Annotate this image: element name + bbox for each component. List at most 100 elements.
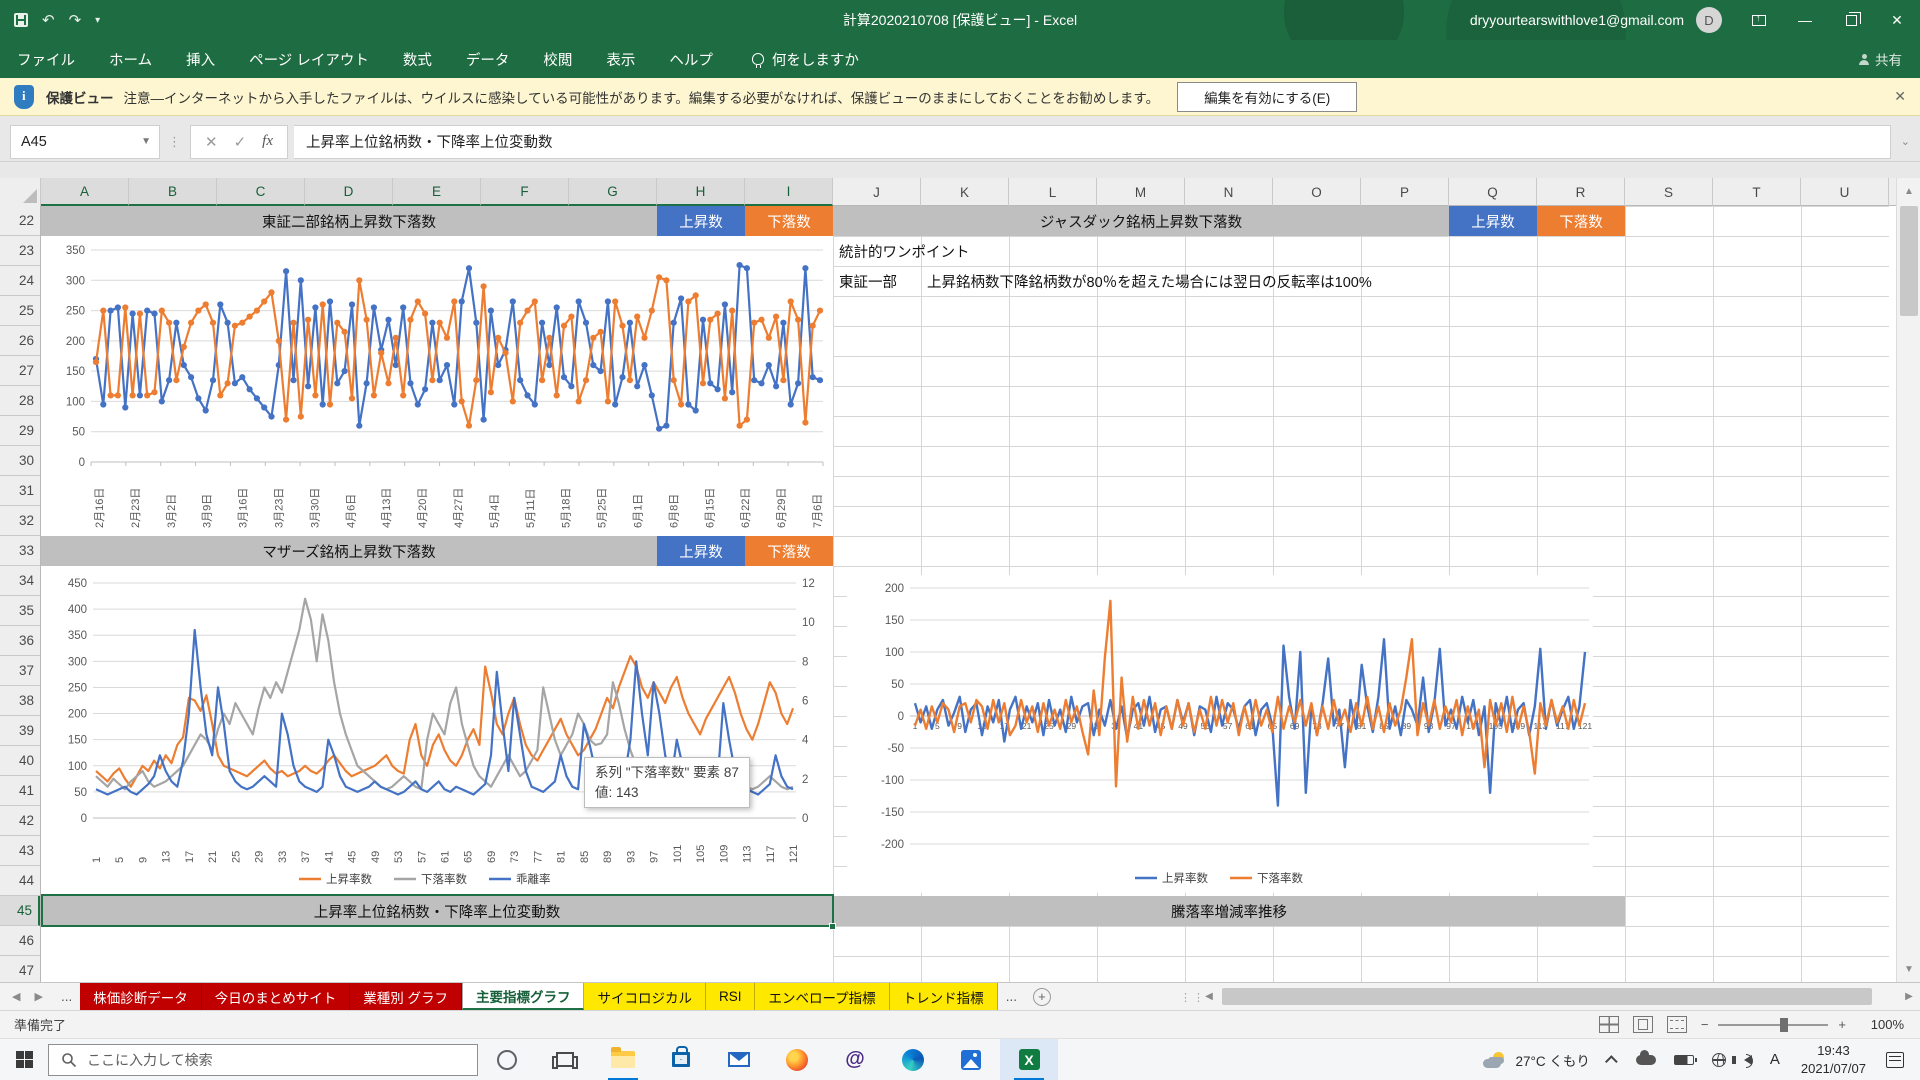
onedrive-tray-icon[interactable] <box>1627 1039 1665 1080</box>
jasdaq-up-cell[interactable]: 上昇数 <box>1449 206 1537 236</box>
column-header-T[interactable]: T <box>1713 178 1801 206</box>
tab-formulas[interactable]: 数式 <box>386 40 449 78</box>
sheet-more-right[interactable]: ... <box>998 983 1025 1010</box>
horizontal-scrollbar[interactable]: ⋮⋮ ◀ ▶ <box>1176 982 1920 1010</box>
sheet-tab-今日のまとめサイト[interactable]: 今日のまとめサイト <box>202 983 351 1010</box>
tab-home[interactable]: ホーム <box>92 40 169 78</box>
tosho2-up-cell[interactable]: 上昇数 <box>657 206 745 236</box>
firefox-button[interactable] <box>768 1039 826 1080</box>
sheet-tab-業種別 グラフ[interactable]: 業種別 グラフ <box>350 983 462 1010</box>
row-header-31[interactable]: 31 <box>0 476 40 506</box>
sheet-tab-トレンド指標[interactable]: トレンド指標 <box>890 983 998 1010</box>
horizontal-scroll-thumb[interactable] <box>1222 988 1872 1005</box>
column-header-R[interactable]: R <box>1537 178 1625 206</box>
row45-left-cell[interactable]: 上昇率上位銘柄数・下降率上位変動数 <box>41 896 833 926</box>
column-header-P[interactable]: P <box>1361 178 1449 206</box>
column-header-M[interactable]: M <box>1097 178 1185 206</box>
column-header-U[interactable]: U <box>1801 178 1889 206</box>
email-app-button[interactable]: @ <box>826 1039 884 1080</box>
undo-icon[interactable]: ↶ <box>42 11 55 29</box>
clock[interactable]: 19:43 2021/07/07 <box>1789 1042 1878 1077</box>
show-hidden-icons-button[interactable] <box>1600 1039 1627 1080</box>
row-header-25[interactable]: 25 <box>0 296 40 326</box>
cortana-button[interactable] <box>478 1039 536 1080</box>
grid-area[interactable]: 東証二部銘柄上昇数下落数 上昇数 下落数 ジャスダック銘柄上昇数下落数 上昇数 … <box>41 206 1889 982</box>
formula-bar-splitter[interactable]: ⋮ <box>160 134 190 150</box>
row45-right-cell[interactable]: 騰落率増減率推移 <box>833 896 1625 926</box>
row-header-22[interactable]: 22 <box>0 206 40 236</box>
cell-k24[interactable]: 上昇銘柄数下降銘柄数が80％を超えた場合には翌日の反転率は100% <box>922 266 1372 296</box>
redo-icon[interactable]: ↷ <box>69 11 82 29</box>
tell-me-box[interactable]: 何をしますか <box>752 49 859 70</box>
photos-button[interactable] <box>942 1039 1000 1080</box>
edge-button[interactable] <box>884 1039 942 1080</box>
tosho2-down-cell[interactable]: 下落数 <box>745 206 833 236</box>
tosho2-title-cell[interactable]: 東証二部銘柄上昇数下落数 <box>41 206 657 236</box>
row-header-39[interactable]: 39 <box>0 716 40 746</box>
row-header-28[interactable]: 28 <box>0 386 40 416</box>
weather-widget[interactable]: 27°C くもり <box>1473 1050 1599 1070</box>
name-box-dropdown-icon[interactable]: ▼ <box>141 136 159 147</box>
ribbon-display-options-button[interactable] <box>1736 0 1782 40</box>
vertical-scroll-thumb[interactable] <box>1900 206 1918 316</box>
close-button[interactable]: ✕ <box>1874 0 1920 40</box>
column-header-N[interactable]: N <box>1185 178 1273 206</box>
row-header-34[interactable]: 34 <box>0 566 40 596</box>
start-button[interactable] <box>0 1039 48 1080</box>
row-header-26[interactable]: 26 <box>0 326 40 356</box>
name-box[interactable]: A45 ▼ <box>10 125 160 159</box>
column-header-Q[interactable]: Q <box>1449 178 1537 206</box>
row-header-42[interactable]: 42 <box>0 806 40 836</box>
formula-input[interactable]: 上昇率上位銘柄数・下降率上位変動数 <box>294 125 1891 159</box>
jasdaq-down-cell[interactable]: 下落数 <box>1537 206 1625 236</box>
sheet-tab-主要指標グラフ[interactable]: 主要指標グラフ <box>462 983 585 1010</box>
column-header-G[interactable]: G <box>569 178 657 206</box>
row-header-33[interactable]: 33 <box>0 536 40 566</box>
tab-view[interactable]: 表示 <box>589 40 652 78</box>
fill-handle[interactable] <box>829 923 836 930</box>
column-header-D[interactable]: D <box>305 178 393 206</box>
mothers-title-cell[interactable]: マザーズ銘柄上昇数下落数 <box>41 536 657 566</box>
column-header-O[interactable]: O <box>1273 178 1361 206</box>
row-header-46[interactable]: 46 <box>0 926 40 956</box>
row-header-36[interactable]: 36 <box>0 626 40 656</box>
column-header-E[interactable]: E <box>393 178 481 206</box>
customize-qat-icon[interactable]: ▾ <box>95 15 100 26</box>
microsoft-store-button[interactable] <box>652 1039 710 1080</box>
insert-function-icon[interactable]: fx <box>262 133 273 150</box>
save-icon[interactable] <box>14 13 28 27</box>
confirm-entry-icon[interactable]: ✓ <box>234 133 247 151</box>
account-email[interactable]: dryyourtearswithlove1@gmail.com <box>1470 12 1684 28</box>
action-center-icon[interactable] <box>1886 1052 1904 1068</box>
cell-j23[interactable]: 統計的ワンポイント <box>834 236 1234 266</box>
scroll-right-icon[interactable]: ▶ <box>1898 983 1920 1010</box>
ime-mode-button[interactable]: A <box>1761 1039 1789 1080</box>
avatar[interactable]: D <box>1696 7 1722 33</box>
zoom-slider[interactable] <box>1718 1024 1828 1026</box>
mothers-up-cell[interactable]: 上昇数 <box>657 536 745 566</box>
sheet-more-left[interactable]: ... <box>53 983 80 1010</box>
sheet-tab-株価診断データ[interactable]: 株価診断データ <box>80 983 202 1010</box>
sheet-tab-サイコロジカル[interactable]: サイコロジカル <box>584 983 706 1010</box>
zoom-out-icon[interactable]: − <box>1701 1017 1709 1032</box>
row-header-23[interactable]: 23 <box>0 236 40 266</box>
mail-button[interactable] <box>710 1039 768 1080</box>
tab-insert[interactable]: 挿入 <box>169 40 232 78</box>
sheet-tab-エンベロープ指標[interactable]: エンベロープ指標 <box>755 983 889 1010</box>
row-header-41[interactable]: 41 <box>0 776 40 806</box>
column-header-C[interactable]: C <box>217 178 305 206</box>
file-explorer-button[interactable] <box>594 1039 652 1080</box>
minimize-button[interactable]: — <box>1782 0 1828 40</box>
share-button[interactable]: 共有 <box>1859 49 1902 69</box>
tab-review[interactable]: 校閲 <box>526 40 589 78</box>
row-header-37[interactable]: 37 <box>0 656 40 686</box>
enable-editing-button[interactable]: 編集を有効にする(E) <box>1177 82 1357 112</box>
cell-j24[interactable]: 東証一部 <box>834 266 921 296</box>
sheet-nav-left-icon[interactable]: ◀ <box>12 990 20 1003</box>
tab-data[interactable]: データ <box>449 40 527 78</box>
zoom-slider-thumb[interactable] <box>1780 1018 1788 1032</box>
jasdaq-title-cell[interactable]: ジャスダック銘柄上昇数下落数 <box>833 206 1449 236</box>
column-header-K[interactable]: K <box>921 178 1009 206</box>
tab-page-layout[interactable]: ページ レイアウト <box>232 40 386 78</box>
column-header-J[interactable]: J <box>833 178 921 206</box>
